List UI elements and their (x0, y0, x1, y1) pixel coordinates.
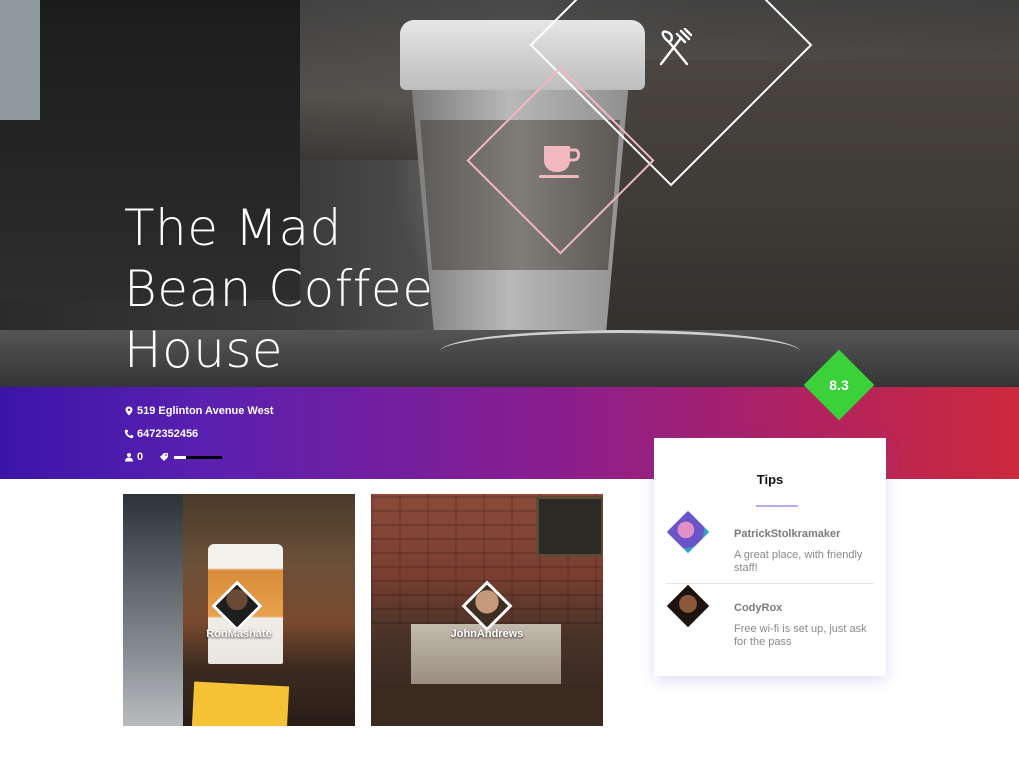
hero-cable (440, 330, 800, 373)
coffee-cup-icon (539, 146, 581, 178)
tip-user-name[interactable]: CodyRox (734, 602, 782, 614)
tips-title: Tips (756, 472, 784, 487)
photo-card[interactable]: RonMashate (123, 494, 355, 726)
tag-icon (160, 453, 169, 461)
location-pin-icon (125, 406, 133, 416)
venue-name: The Mad Bean Coffee House (124, 199, 434, 379)
tip-text: A great place, with friendly staff! (734, 549, 863, 574)
tip-text: Free wi-fi is set up, just ask for the p… (734, 623, 867, 648)
venue-stats-row: 0 (124, 451, 223, 463)
checkin-count: 0 (137, 451, 144, 463)
tip-divider (666, 583, 874, 584)
photo-card[interactable]: JohnAndrews (371, 494, 603, 726)
tag-progress-bar (174, 455, 223, 459)
tip-user-name[interactable]: PatrickStolkramaker (734, 528, 840, 540)
photo-chalkboard (536, 496, 603, 557)
tips-panel: Tips PatrickStolkramaker A great place, … (654, 438, 886, 676)
hero-photo: The Mad Bean Coffee House (0, 0, 1019, 388)
tips-title-underline (756, 505, 798, 507)
venue-address-row: 519 Eglinton Avenue West (124, 405, 274, 417)
phone-icon (124, 429, 134, 439)
photo-user-name[interactable]: JohnAndrews (371, 628, 603, 640)
fork-knife-icon[interactable] (655, 28, 693, 68)
avatar[interactable] (667, 511, 709, 553)
venue-score: 8.3 (829, 377, 849, 393)
photo-sticky-note (191, 681, 290, 726)
avatar[interactable] (667, 585, 709, 627)
venue-phone-row: 6472352456 (124, 428, 198, 440)
photo-user-name[interactable]: RonMashate (123, 628, 355, 640)
venue-address[interactable]: 519 Eglinton Avenue West (137, 405, 274, 417)
venue-phone[interactable]: 6472352456 (137, 428, 198, 440)
person-icon (125, 453, 133, 462)
